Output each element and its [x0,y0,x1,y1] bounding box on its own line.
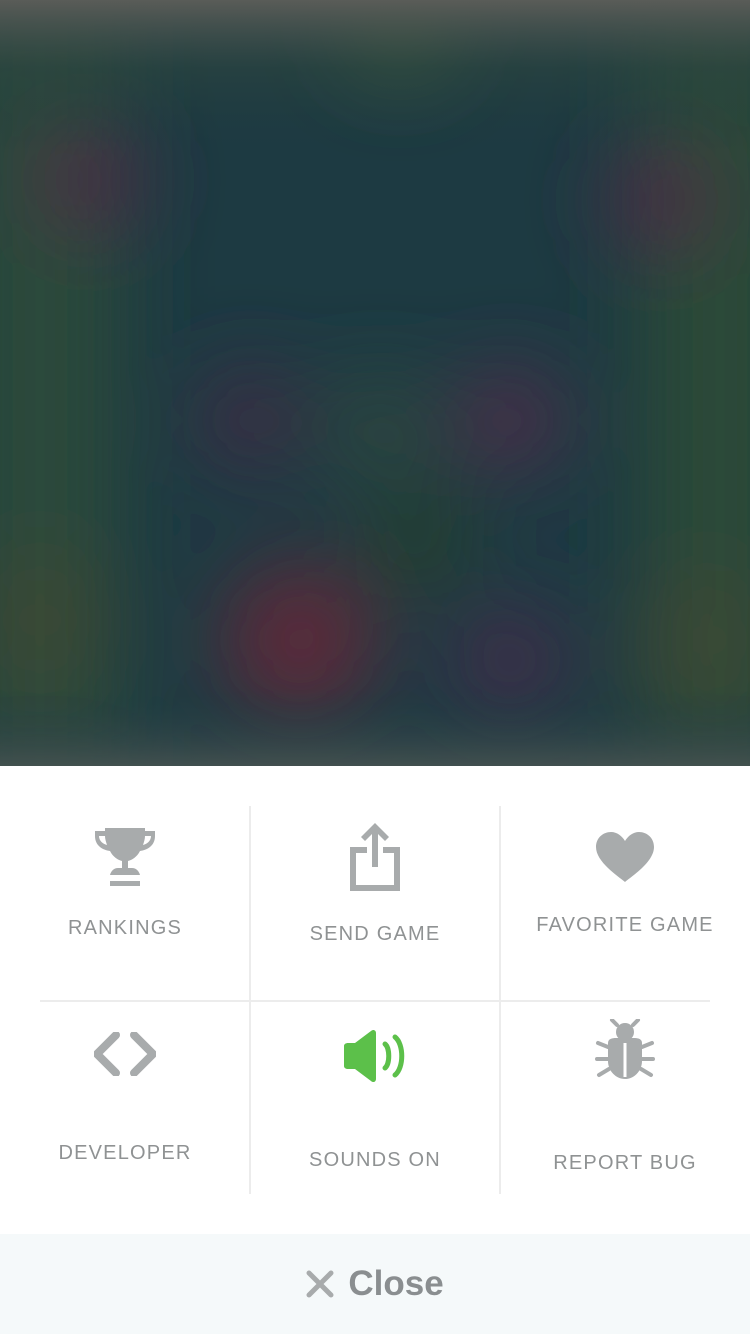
rankings-label: RANKINGS [67,917,183,939]
close-button[interactable]: Close [0,1234,750,1334]
rankings-button[interactable]: RANKINGS [0,806,250,1001]
action-sheet: RANKINGS SEND GAME FAVORITE GAME DEVELOP… [0,766,750,1234]
code-icon [94,1032,156,1076]
speaker-icon [344,1029,405,1083]
background-blur-art [0,0,750,766]
favorite-game-button[interactable]: FAVORITE GAME [500,806,750,1001]
share-icon [350,823,400,891]
developer-button[interactable]: DEVELOPER [0,1001,250,1194]
bug-icon [595,1019,655,1079]
heart-icon [596,832,654,882]
report-bug-label: REPORT BUG [553,1152,697,1174]
sounds-toggle-button[interactable]: SOUNDS ON [250,1001,500,1194]
close-icon [306,1270,334,1298]
blurred-game-background [0,0,750,766]
report-bug-button[interactable]: REPORT BUG [500,1001,750,1194]
trophy-icon [95,828,155,886]
developer-label: DEVELOPER [58,1142,192,1164]
menu-grid: RANKINGS SEND GAME FAVORITE GAME DEVELOP… [0,806,750,1194]
close-label: Close [348,1264,444,1303]
send-game-button[interactable]: SEND GAME [250,806,500,1001]
send-game-label: SEND GAME [309,923,441,945]
row-divider [40,1000,710,1002]
sounds-label: SOUNDS ON [309,1149,441,1171]
close-button-content: Close [0,1234,750,1334]
favorite-game-label: FAVORITE GAME [536,914,714,936]
